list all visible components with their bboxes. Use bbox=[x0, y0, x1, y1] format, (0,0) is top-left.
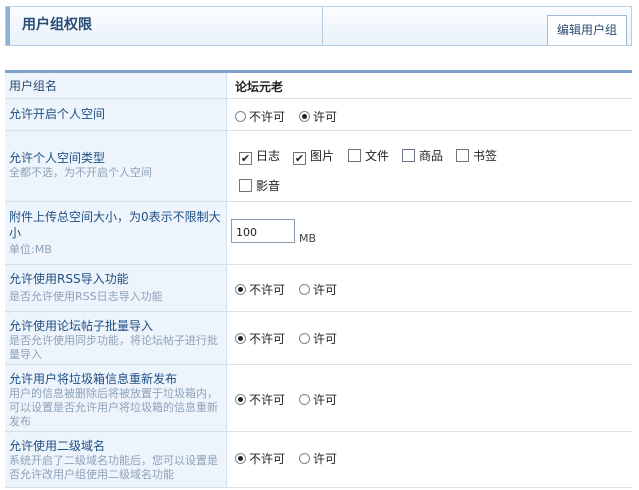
radio-button[interactable] bbox=[235, 333, 246, 344]
row-title: 允许个人空间类型 bbox=[9, 151, 106, 165]
row-title: 允许使用二级域名 bbox=[9, 439, 106, 453]
table-row: 允许使用RSS导入功能 是否允许使用RSS日志导入功能 不许可 许可 bbox=[5, 265, 632, 312]
radio-deny[interactable]: 不许可 bbox=[235, 108, 285, 125]
page-title: 用户组权限 bbox=[6, 7, 322, 45]
checkbox[interactable] bbox=[239, 179, 252, 192]
radio-allow[interactable]: 许可 bbox=[299, 108, 337, 125]
radio-label: 不许可 bbox=[249, 452, 286, 466]
row-label: 附件上传总空间大小，为0表示不限制大小 单位:MB bbox=[5, 202, 227, 264]
radio-button[interactable] bbox=[299, 333, 310, 344]
row-description: 系统开启了二级域名功能后，您可以设置是否允许改用户组使用二级域名功能 bbox=[9, 454, 218, 481]
checkbox-label: 书签 bbox=[473, 149, 498, 163]
user-group-name-value: 论坛元老 bbox=[235, 80, 284, 94]
checkbox[interactable] bbox=[456, 149, 469, 162]
checkbox-label: 日志 bbox=[256, 149, 281, 163]
permissions-table: 用户组名 论坛元老 允许开启个人空间 不许可 许可 允许个人空间类型 全都不选，… bbox=[5, 70, 632, 490]
row-label: 允许使用RSS导入功能 是否允许使用RSS日志导入功能 bbox=[5, 265, 227, 311]
radio-label: 不许可 bbox=[249, 283, 286, 297]
radio-deny[interactable]: 不许可 bbox=[235, 450, 285, 467]
tab-edit-user-group[interactable]: 编辑用户组 bbox=[547, 15, 627, 45]
row-description: 用户的信息被删除后将被放置于垃圾箱内，可以设置是否允许用户将垃圾箱的信息重新发布 bbox=[9, 387, 218, 428]
radio-deny[interactable]: 不许可 bbox=[235, 391, 285, 408]
checkbox[interactable] bbox=[402, 149, 415, 162]
row-label: 允许开启个人空间 bbox=[5, 99, 227, 130]
checkbox[interactable]: ✔ bbox=[239, 152, 252, 165]
radio-label: 许可 bbox=[313, 332, 338, 346]
radio-button[interactable] bbox=[235, 394, 246, 405]
table-row: 附件上传总空间大小，为0表示不限制大小 单位:MB MB bbox=[5, 202, 632, 265]
row-value: 不许可 许可 bbox=[227, 312, 632, 364]
checkbox-goods[interactable]: 商品 bbox=[402, 147, 443, 164]
radio-deny[interactable]: 不许可 bbox=[235, 330, 285, 347]
radio-label: 不许可 bbox=[249, 393, 286, 407]
row-title: 附件上传总空间大小，为0表示不限制大小 bbox=[9, 210, 221, 240]
checkbox-label: 文件 bbox=[365, 149, 390, 163]
radio-allow[interactable]: 许可 bbox=[299, 391, 337, 408]
radio-button[interactable] bbox=[235, 284, 246, 295]
page-header: 用户组权限 编辑用户组 bbox=[5, 6, 632, 46]
header-divider bbox=[322, 7, 323, 45]
row-description: 是否允许使用同步功能，将论坛帖子进行批量导入 bbox=[9, 334, 218, 361]
radio-label: 不许可 bbox=[249, 332, 286, 346]
unit-label: MB bbox=[299, 232, 317, 245]
user-group-name-label: 用户组名 bbox=[9, 79, 58, 93]
row-value: 不许可 许可 bbox=[227, 365, 632, 431]
row-value: 不许可 许可 bbox=[227, 265, 632, 311]
table-row: 允许使用二级域名 系统开启了二级域名功能后，您可以设置是否允许改用户组使用二级域… bbox=[5, 432, 632, 488]
checkbox-label: 商品 bbox=[419, 149, 444, 163]
row-value: ✔ 日志 ✔ 图片 文件 商品 书签 影音 bbox=[227, 131, 632, 201]
checkbox-label: 影音 bbox=[256, 179, 281, 193]
radio-deny[interactable]: 不许可 bbox=[235, 281, 285, 298]
checkbox-media[interactable]: 影音 bbox=[239, 177, 280, 194]
radio-label: 许可 bbox=[313, 283, 338, 297]
radio-button[interactable] bbox=[235, 453, 246, 464]
row-value: MB bbox=[227, 202, 632, 264]
radio-allow[interactable]: 许可 bbox=[299, 330, 337, 347]
radio-label: 不许可 bbox=[249, 110, 286, 124]
table-row: 允许个人空间类型 全都不选，为不开启个人空间 ✔ 日志 ✔ 图片 文件 商品 书签 … bbox=[5, 131, 632, 202]
upload-size-input[interactable] bbox=[231, 219, 295, 243]
checkbox-label: 图片 bbox=[310, 149, 335, 163]
row-value: 不许可 许可 bbox=[227, 99, 632, 130]
row-description: 全都不选，为不开启个人空间 bbox=[9, 166, 152, 179]
checkbox-pictures[interactable]: ✔ 图片 bbox=[293, 147, 334, 165]
checkbox[interactable] bbox=[348, 149, 361, 162]
row-label: 允许使用二级域名 系统开启了二级域名功能后，您可以设置是否允许改用户组使用二级域… bbox=[5, 432, 227, 487]
row-label: 用户组名 bbox=[5, 73, 227, 98]
radio-button[interactable] bbox=[299, 111, 310, 122]
row-value: 不许可 许可 bbox=[227, 432, 632, 487]
row-title: 允许使用RSS导入功能 bbox=[9, 272, 129, 286]
row-label: 允许使用论坛帖子批量导入 是否允许使用同步功能，将论坛帖子进行批量导入 bbox=[5, 312, 227, 364]
radio-allow[interactable]: 许可 bbox=[299, 450, 337, 467]
row-description: 是否允许使用RSS日志导入功能 bbox=[9, 290, 163, 303]
radio-label: 许可 bbox=[313, 393, 338, 407]
checkbox[interactable]: ✔ bbox=[293, 152, 306, 165]
checkbox-diary[interactable]: ✔ 日志 bbox=[239, 147, 280, 165]
radio-label: 许可 bbox=[313, 452, 338, 466]
row-description: 单位:MB bbox=[9, 243, 52, 256]
checkbox-files[interactable]: 文件 bbox=[348, 147, 389, 164]
table-row: 允许开启个人空间 不许可 许可 bbox=[5, 99, 632, 131]
row-title: 允许使用论坛帖子批量导入 bbox=[9, 319, 154, 333]
table-row: 允许使用论坛帖子批量导入 是否允许使用同步功能，将论坛帖子进行批量导入 不许可 … bbox=[5, 312, 632, 365]
table-row: 用户组名 论坛元老 bbox=[5, 73, 632, 99]
row-title: 允许开启个人空间 bbox=[9, 107, 106, 121]
radio-allow[interactable]: 许可 bbox=[299, 281, 337, 298]
checkbox-bookmarks[interactable]: 书签 bbox=[456, 147, 497, 164]
radio-button[interactable] bbox=[299, 453, 310, 464]
row-value: 论坛元老 bbox=[227, 73, 632, 98]
radio-button[interactable] bbox=[235, 111, 246, 122]
radio-button[interactable] bbox=[299, 284, 310, 295]
radio-label: 许可 bbox=[313, 110, 338, 124]
table-row: 允许用户将垃圾箱信息重新发布 用户的信息被删除后将被放置于垃圾箱内，可以设置是否… bbox=[5, 365, 632, 432]
row-title: 允许用户将垃圾箱信息重新发布 bbox=[9, 372, 178, 386]
row-label: 允许用户将垃圾箱信息重新发布 用户的信息被删除后将被放置于垃圾箱内，可以设置是否… bbox=[5, 365, 227, 431]
row-label: 允许个人空间类型 全都不选，为不开启个人空间 bbox=[5, 131, 227, 201]
radio-button[interactable] bbox=[299, 394, 310, 405]
